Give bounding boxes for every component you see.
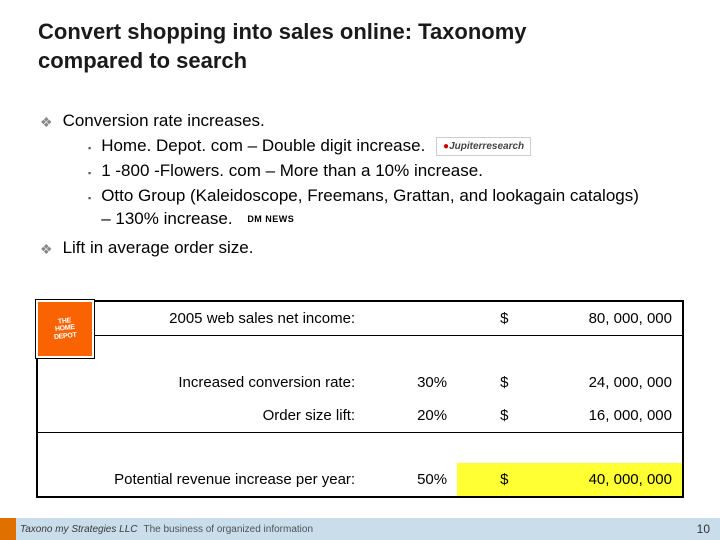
row4-pct: 50% [365,463,457,496]
calc-table: 2005 web sales net income: $ 80, 000, 00… [38,302,682,496]
row3-dollar: $ [457,399,518,433]
subbullet-1-text: Home. Depot. com – Double digit increase… [101,135,641,158]
row2-dollar: $ [457,366,518,399]
row3-val: 16, 000, 000 [518,399,682,433]
subbullet-2-text: 1 -800 -Flowers. com – More than a 10% i… [101,160,641,183]
bullet-1: ❖ Conversion rate increases. [40,110,680,133]
subbullet-3: ▪ Otto Group (Kaleidoscope, Freemans, Gr… [88,185,680,231]
row2-val: 24, 000, 000 [518,366,682,399]
row1-pct [365,302,457,336]
subbullet-1: ▪ Home. Depot. com – Double digit increa… [88,135,680,158]
diamond-icon: ❖ [40,113,53,131]
bullet-2-text: Lift in average order size. [63,237,680,260]
revenue-table: THE HOME DEPOT 2005 web sales net income… [36,300,684,498]
diamond-icon: ❖ [40,240,53,258]
square-icon: ▪ [88,141,91,155]
subbullet-2: ▪ 1 -800 -Flowers. com – More than a 10%… [88,160,680,183]
content-area: ❖ Conversion rate increases. ▪ Home. Dep… [40,110,680,262]
row3-pct: 20% [365,399,457,433]
home-depot-logo: THE HOME DEPOT [36,300,94,358]
subbullet-1-label: Home. Depot. com – Double digit increase… [101,136,425,155]
subbullet-3-text: Otto Group (Kaleidoscope, Freemans, Grat… [101,185,641,231]
dm-news-logo: DM NEWS [243,212,298,226]
slide: Convert shopping into sales online: Taxo… [0,0,720,540]
table-row: Increased conversion rate: 30% $ 24, 000… [38,366,682,399]
square-icon: ▪ [88,166,91,180]
row3-label: Order size lift: [38,399,365,433]
page-number: 10 [697,522,710,536]
table-row: 2005 web sales net income: $ 80, 000, 00… [38,302,682,336]
row1-val: 80, 000, 000 [518,302,682,336]
table-row: Potential revenue increase per year: 50%… [38,463,682,496]
jupiter-research-logo: ●Jupiterresearch [436,137,531,157]
row4-dollar: $ [457,463,518,496]
row4-val: 40, 000, 000 [518,463,682,496]
row4-label: Potential revenue increase per year: [38,463,365,496]
row2-pct: 30% [365,366,457,399]
table-row: Order size lift: 20% $ 16, 000, 000 [38,399,682,433]
footer-tagline: The business of organized information [143,524,313,535]
square-icon: ▪ [88,191,91,205]
footer-brand: Taxono my Strategies LLC [20,524,137,535]
bullet-1-text: Conversion rate increases. [63,110,680,133]
footer-bar: Taxono my Strategies LLC The business of… [0,518,720,540]
row1-dollar: $ [457,302,518,336]
slide-title: Convert shopping into sales online: Taxo… [38,18,598,75]
row2-label: Increased conversion rate: [38,366,365,399]
subbullet-3-label: Otto Group (Kaleidoscope, Freemans, Grat… [101,186,639,228]
bullet-2: ❖ Lift in average order size. [40,237,680,260]
